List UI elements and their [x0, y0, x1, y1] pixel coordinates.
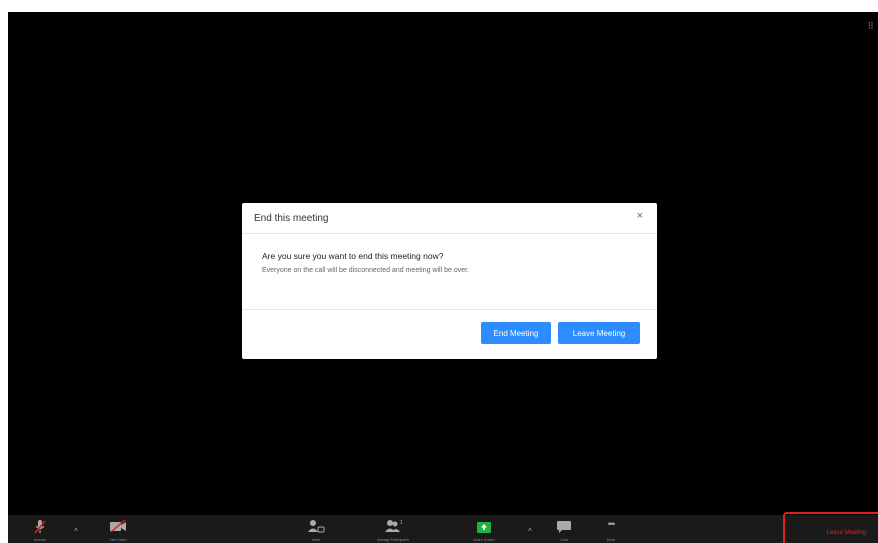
chat-label: Chat: [560, 538, 568, 542]
meeting-toolbar: Unmute ^ Start Video Invite 1 Manage Par…: [8, 512, 878, 543]
invite-icon: [308, 520, 325, 533]
leave-meeting-button[interactable]: Leave Meeting: [558, 322, 640, 344]
video-off-icon: [110, 519, 126, 533]
share-options-caret[interactable]: ^: [528, 527, 532, 536]
dialog-note: Everyone on the call will be disconnecte…: [262, 267, 470, 274]
dialog-footer: End Meeting Leave Meeting: [242, 310, 657, 357]
window-control-icon[interactable]: ⠿: [867, 22, 874, 31]
share-screen-label: Share Screen: [473, 538, 495, 542]
dialog-title: End this meeting: [254, 213, 329, 224]
toolbar-leave-meeting-button[interactable]: Leave Meeting: [827, 530, 866, 536]
audio-options-caret[interactable]: ^: [74, 527, 78, 536]
manage-participants-button[interactable]: 1 Manage Participants: [352, 515, 434, 543]
dialog-body: Are you sure you want to end this meetin…: [242, 234, 657, 310]
svg-text:1: 1: [400, 520, 403, 526]
start-video-label: Start Video: [109, 538, 127, 542]
participants-icon: 1: [385, 520, 403, 532]
dialog-header: End this meeting ×: [242, 203, 657, 234]
share-screen-button[interactable]: Share Screen: [454, 515, 514, 543]
end-meeting-dialog: End this meeting × Are you sure you want…: [242, 203, 657, 359]
leave-meeting-highlight: [783, 512, 878, 543]
mic-muted-icon: [34, 520, 46, 534]
invite-button[interactable]: Invite: [304, 515, 328, 543]
chat-button[interactable]: Chat: [552, 515, 576, 543]
chat-icon: [557, 521, 571, 533]
start-video-button[interactable]: Start Video: [96, 515, 140, 543]
more-button[interactable]: ••• More: [596, 515, 626, 543]
share-screen-icon: [477, 522, 491, 533]
more-label: More: [607, 538, 615, 542]
unmute-button[interactable]: Unmute: [22, 515, 58, 543]
close-icon[interactable]: ×: [637, 210, 643, 222]
unmute-label: Unmute: [33, 538, 47, 542]
manage-participants-label: Manage Participants: [377, 538, 409, 542]
more-icon: •••: [607, 519, 615, 529]
dialog-question: Are you sure you want to end this meetin…: [262, 251, 444, 261]
invite-label: Invite: [311, 538, 321, 542]
meeting-window: ⠿ End this meeting × Are you sure you wa…: [8, 12, 878, 543]
end-meeting-button[interactable]: End Meeting: [481, 322, 551, 344]
